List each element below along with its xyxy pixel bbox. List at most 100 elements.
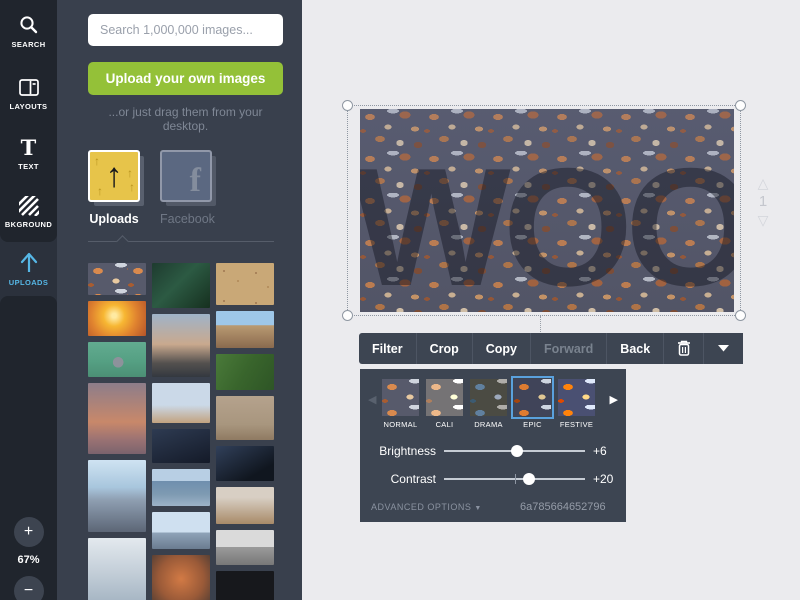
thumbnail-city-skyline[interactable] [152,512,210,549]
facebook-icon: f [160,150,212,202]
uploads-tab-icon: ↑ ↑ ↑ ↑ ↑ [88,150,140,202]
thumbnail-sunset-bulb[interactable] [88,301,146,336]
thumbnail-wood-pile[interactable] [88,263,146,295]
forward-button[interactable]: Forward [530,333,606,364]
selected-image-wood[interactable]: WOOD [360,109,734,312]
sidebar-item-layouts[interactable]: LAYOUTS [0,78,57,111]
thumbnail-star-trails[interactable] [152,429,210,463]
page-number: 1 [759,193,767,210]
brightness-knob[interactable] [511,445,523,457]
text-icon: T [21,138,37,158]
drag-hint-text: ...or just drag them from your desktop. [88,105,283,133]
toolbar-connector-line [540,316,541,334]
preset-epic-thumb [514,379,551,416]
thumbnail-beach-cliff[interactable] [216,311,274,348]
thumbnail-green-plants[interactable] [216,354,274,391]
thumbnail-dark-water[interactable] [152,263,210,308]
app-window: SEARCH LAYOUTS T TEXT BKGROUND UPLOADS +… [0,0,800,600]
background-icon [19,196,39,216]
layouts-icon [18,78,40,98]
upload-images-button[interactable]: Upload your own images [88,62,283,95]
tab-uploads[interactable]: ↑ ↑ ↑ ↑ ↑ [88,150,140,202]
uploads-panel: Upload your own images ...or just drag t… [57,0,302,600]
brightness-slider-row: Brightness +6 [360,437,626,465]
thumbnail-wine-glasses[interactable] [152,314,210,377]
resize-handle-bottom-left[interactable] [342,310,353,321]
preset-festive[interactable]: FESTIVE [558,379,595,429]
thumbnail-dusty-sunset[interactable] [88,383,146,455]
thumbnail-cork-texture[interactable] [216,263,274,305]
thumbnail-star-trails-2[interactable] [216,446,274,481]
preset-drama[interactable]: DRAMA [470,379,507,429]
thumbnail-desert-signs[interactable] [216,487,274,524]
sidebar-item-bkground[interactable]: BKGROUND [0,196,57,229]
design-canvas[interactable]: WOOD Filter Crop Copy Forward Back ◀ [302,0,800,600]
tab-label-facebook[interactable]: Facebook [160,212,212,226]
back-button[interactable]: Back [606,333,663,364]
brightness-slider[interactable] [444,450,585,452]
resize-handle-top-left[interactable] [342,100,353,111]
uploads-thumbnail-grid [88,263,274,600]
resize-handle-top-right[interactable] [735,100,746,111]
image-hash-text: 6a785664652796 [520,501,606,513]
thumbnail-food-dish[interactable] [152,555,210,600]
thumbnail-clouds[interactable] [88,538,146,600]
thumbnail-boardwalk[interactable] [88,460,146,532]
tab-divider [88,241,274,242]
rail-label-layouts: LAYOUTS [10,102,48,111]
filter-button[interactable]: Filter [359,333,416,364]
brightness-label: Brightness [360,444,436,458]
rail-label-uploads: UPLOADS [9,278,48,287]
rail-label-bkground: BKGROUND [5,220,52,229]
left-rail: SEARCH LAYOUTS T TEXT BKGROUND UPLOADS +… [0,0,57,600]
preset-festive-thumb [558,379,595,416]
caret-down-icon[interactable] [703,333,743,364]
crop-button[interactable]: Crop [416,333,472,364]
contrast-knob[interactable] [523,473,535,485]
contrast-slider[interactable] [444,478,585,480]
grid-column-3 [216,263,274,600]
grid-column-1 [88,263,146,600]
brightness-value: +6 [593,444,625,458]
presets-next-icon[interactable]: ▶ [610,393,618,406]
context-toolbar: Filter Crop Copy Forward Back [359,333,736,362]
trash-icon[interactable] [663,333,703,364]
page-down-icon[interactable]: ▽ [758,213,769,227]
preset-normal[interactable]: NORMAL [382,379,419,429]
contrast-center-tick [515,474,516,484]
thumbnail-couple-beach[interactable] [152,383,210,423]
preset-cali[interactable]: CALI [426,379,463,429]
thumbnail-dark-photo[interactable] [216,571,274,600]
zoom-in-button[interactable]: + [14,517,44,547]
thumbnail-lake-figure[interactable] [152,469,210,506]
sidebar-item-uploads[interactable]: UPLOADS [0,250,57,287]
contrast-label: Contrast [360,472,436,486]
filter-panel-footer: ADVANCED OPTIONS ▼ 6a785664652796 [360,502,626,512]
context-toolbar-buttons: Filter Crop Copy Forward Back [359,333,743,364]
thumbnail-green-door[interactable] [88,342,146,377]
caret-down-icon: ▼ [474,505,481,512]
zoom-out-button[interactable]: − [14,576,44,600]
preset-normal-thumb [382,379,419,416]
tab-facebook[interactable]: f [160,150,212,202]
upload-arrow-icon [18,250,40,274]
presets-prev-icon[interactable]: ◀ [368,393,376,406]
rail-label-text: TEXT [18,162,39,171]
page-up-icon[interactable]: △ [758,176,769,190]
thumbnail-bicycle[interactable] [216,396,274,439]
sidebar-item-text[interactable]: T TEXT [0,138,57,171]
thumbnail-gray-city[interactable] [216,530,274,565]
page-navigator: △ 1 ▽ [748,176,778,227]
grid-column-2 [152,263,210,600]
contrast-value: +20 [593,472,625,486]
preset-drama-thumb [470,379,507,416]
tab-label-uploads[interactable]: Uploads [88,212,140,226]
search-icon [18,14,40,36]
copy-button[interactable]: Copy [472,333,530,364]
search-input[interactable] [88,14,283,46]
preset-cali-thumb [426,379,463,416]
sidebar-item-search[interactable]: SEARCH [0,14,57,49]
advanced-options-button[interactable]: ADVANCED OPTIONS ▼ [371,502,482,512]
preset-epic[interactable]: EPIC [514,379,551,429]
resize-handle-bottom-right[interactable] [735,310,746,321]
